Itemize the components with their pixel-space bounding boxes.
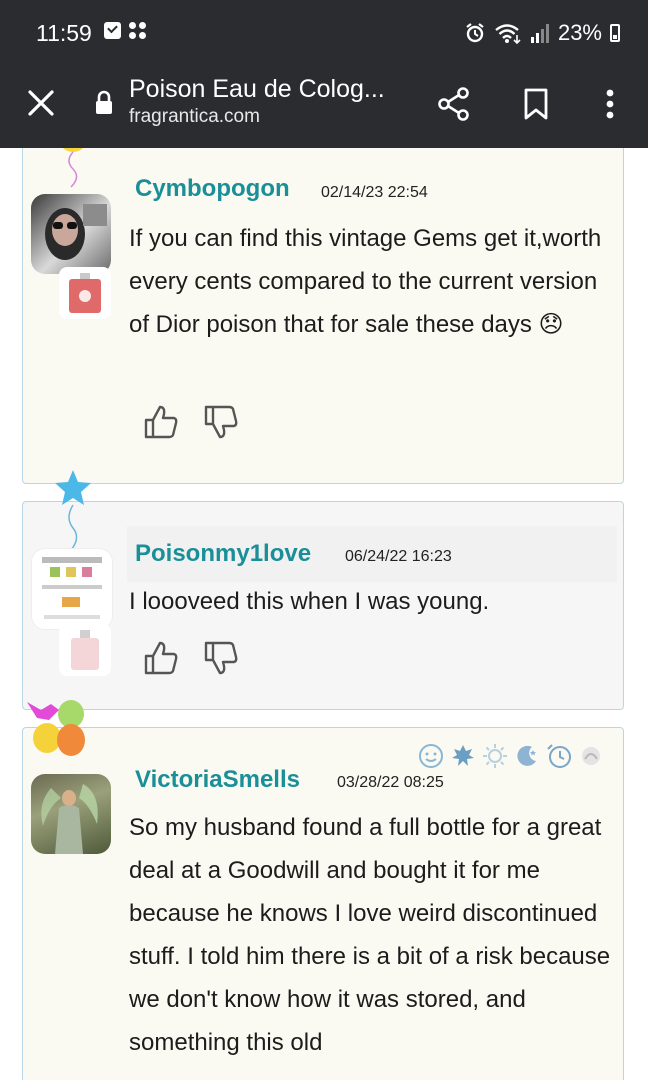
review-card: Poisonmy1love 06/24/22 16:23 I loooveed … [22,470,624,710]
reviews-list: Cymbopogon 02/14/23 22:54 If you can fin… [0,148,648,1080]
battery-icon [610,24,620,42]
smile-icon [417,742,444,769]
review-text: If you can find this vintage Gems get it… [129,225,602,338]
review-username[interactable]: Cymbopogon [135,175,290,203]
review-date: 03/28/22 08:25 [337,774,444,791]
review-card: VictoriaSmells 03/28/22 08:25 So my husb… [22,700,624,1080]
review-date: 02/14/23 22:54 [321,184,428,201]
page-domain: fragrantica.com [129,106,260,127]
battery-percent: 23% [557,20,602,45]
fragrance-bottle-image[interactable] [59,624,111,676]
status-time: 11:59 [36,20,92,46]
notification-icons [104,22,147,40]
url-area[interactable]: Poison Eau de Colog... fragrantica.com [129,74,419,130]
review-username[interactable]: Poisonmy1love [135,540,311,568]
balloon-badge-icon [62,148,84,188]
sun-icon [481,742,508,769]
thumbs-up-icon[interactable] [143,404,179,440]
balloons-badge-icon [27,700,85,756]
page-title: Poison Eau de Colog... [129,75,385,103]
more-vert-icon[interactable] [590,84,630,124]
review-date: 06/24/22 16:23 [345,548,452,565]
check-notification-icon [104,22,121,39]
apps-notification-icon [129,22,147,40]
fragrance-bottle-image[interactable] [59,267,111,319]
bookmark-icon[interactable] [516,84,556,124]
review-username[interactable]: VictoriaSmells [135,766,300,794]
share-icon[interactable] [434,84,474,124]
night-icon [513,742,540,769]
neutral-icon [577,742,604,769]
review-text: So my husband found a full bottle for a … [129,814,611,1056]
close-icon[interactable] [24,86,58,120]
system-icons: 23% [464,20,620,46]
status-bar: 11:59 23% [0,0,648,64]
lock-icon [96,90,112,114]
thumbs-down-icon[interactable] [203,404,239,440]
star-badge-icon [55,470,91,551]
thumbs-down-icon[interactable] [203,640,239,676]
avatar[interactable] [31,548,113,630]
alarm-icon [466,23,484,43]
season-mood-icons [417,742,604,769]
fall-leaf-icon [449,742,476,769]
avatar[interactable] [31,194,111,274]
wifi-icon [495,24,521,44]
thumbs-up-icon[interactable] [143,640,179,676]
browser-toolbar: Poison Eau de Colog... fragrantica.com [0,64,648,148]
signal-icon [530,24,549,43]
review-text: I loooveed this when I was young. [129,588,490,615]
avatar[interactable] [31,774,111,854]
review-card: Cymbopogon 02/14/23 22:54 If you can fin… [22,148,624,484]
clock-icon [545,742,572,769]
